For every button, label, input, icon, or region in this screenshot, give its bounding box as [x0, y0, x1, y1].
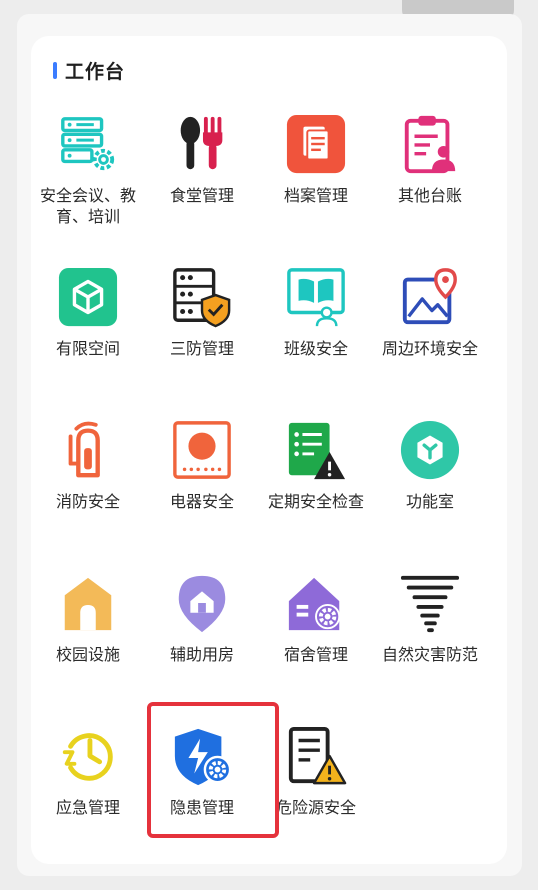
shield-bolt-gear-icon	[170, 724, 234, 788]
tile-label: 档案管理	[283, 188, 348, 205]
tile-label: 有限空间	[55, 341, 120, 358]
tile-electric-safety[interactable]: 电器安全	[145, 418, 259, 571]
tile-label: 校园设施	[55, 647, 120, 664]
tile-label: 消防安全	[55, 494, 120, 511]
building-icon	[56, 571, 120, 635]
server-gear-icon	[56, 112, 120, 176]
tile-dormitory[interactable]: 宿舍管理	[259, 571, 373, 724]
workbench-card: 工作台 安全会议、教育、培训 食堂管理 档案管理 其他台账 有限空间 三防管理 …	[31, 36, 507, 864]
tile-natural-disaster[interactable]: 自然灾害防范	[373, 571, 487, 724]
tile-label: 宿舍管理	[283, 647, 348, 664]
tile-archive[interactable]: 档案管理	[259, 112, 373, 265]
tile-label: 食堂管理	[169, 188, 234, 205]
emergency-clock-icon	[56, 724, 120, 788]
section-title: 工作台	[65, 61, 126, 83]
tile-label: 安全会议、教育、培训	[39, 188, 136, 226]
document-warning-icon	[284, 724, 348, 788]
server-shield-icon	[170, 265, 234, 329]
tile-label: 班级安全	[283, 341, 348, 358]
fire-extinguisher-icon	[56, 418, 120, 482]
tile-label: 应急管理	[55, 800, 120, 817]
tile-label: 周边环境安全	[381, 341, 478, 358]
tile-label: 辅助用房	[169, 647, 234, 664]
app-grid: 安全会议、教育、培训 食堂管理 档案管理 其他台账 有限空间 三防管理 班级安全…	[31, 112, 507, 877]
tile-canteen[interactable]: 食堂管理	[145, 112, 259, 265]
tile-auxiliary-room[interactable]: 辅助用房	[145, 571, 259, 724]
archive-document-icon	[284, 112, 348, 176]
tornado-icon	[398, 571, 462, 635]
house-pin-icon	[170, 571, 234, 635]
map-pin-icon	[398, 265, 462, 329]
cube-icon	[56, 265, 120, 329]
section-header: 工作台	[53, 58, 126, 83]
section-accent-bar	[53, 61, 57, 79]
tile-class-safety[interactable]: 班级安全	[259, 265, 373, 418]
tile-three-defense[interactable]: 三防管理	[145, 265, 259, 418]
tile-campus-facilities[interactable]: 校园设施	[31, 571, 145, 724]
spoon-fork-icon	[170, 112, 234, 176]
tile-label: 功能室	[405, 494, 454, 511]
tile-hazard-management[interactable]: 隐患管理	[145, 724, 259, 877]
house-gear-icon	[284, 571, 348, 635]
tile-label: 电器安全	[169, 494, 234, 511]
clipboard-user-icon	[398, 112, 462, 176]
tile-function-room[interactable]: 功能室	[373, 418, 487, 571]
tile-label: 自然灾害防范	[381, 647, 478, 664]
tile-hazard-source[interactable]: 危险源安全	[259, 724, 373, 877]
tile-confined-space[interactable]: 有限空间	[31, 265, 145, 418]
book-group-icon	[284, 265, 348, 329]
tile-safety-meeting[interactable]: 安全会议、教育、培训	[31, 112, 145, 265]
tile-other-ledger[interactable]: 其他台账	[373, 112, 487, 265]
tile-label: 隐患管理	[169, 800, 234, 817]
tile-surrounding-safety[interactable]: 周边环境安全	[373, 265, 487, 418]
tile-emergency[interactable]: 应急管理	[31, 724, 145, 877]
checklist-warning-icon	[284, 418, 348, 482]
tile-periodic-inspection[interactable]: 定期安全检查	[259, 418, 373, 571]
tile-fire-safety[interactable]: 消防安全	[31, 418, 145, 571]
appliance-icon	[170, 418, 234, 482]
hexagon-room-icon	[398, 418, 462, 482]
tile-label: 危险源安全	[275, 800, 356, 817]
tile-label: 定期安全检查	[267, 494, 364, 511]
tile-label: 其他台账	[397, 188, 462, 205]
tile-label: 三防管理	[169, 341, 234, 358]
